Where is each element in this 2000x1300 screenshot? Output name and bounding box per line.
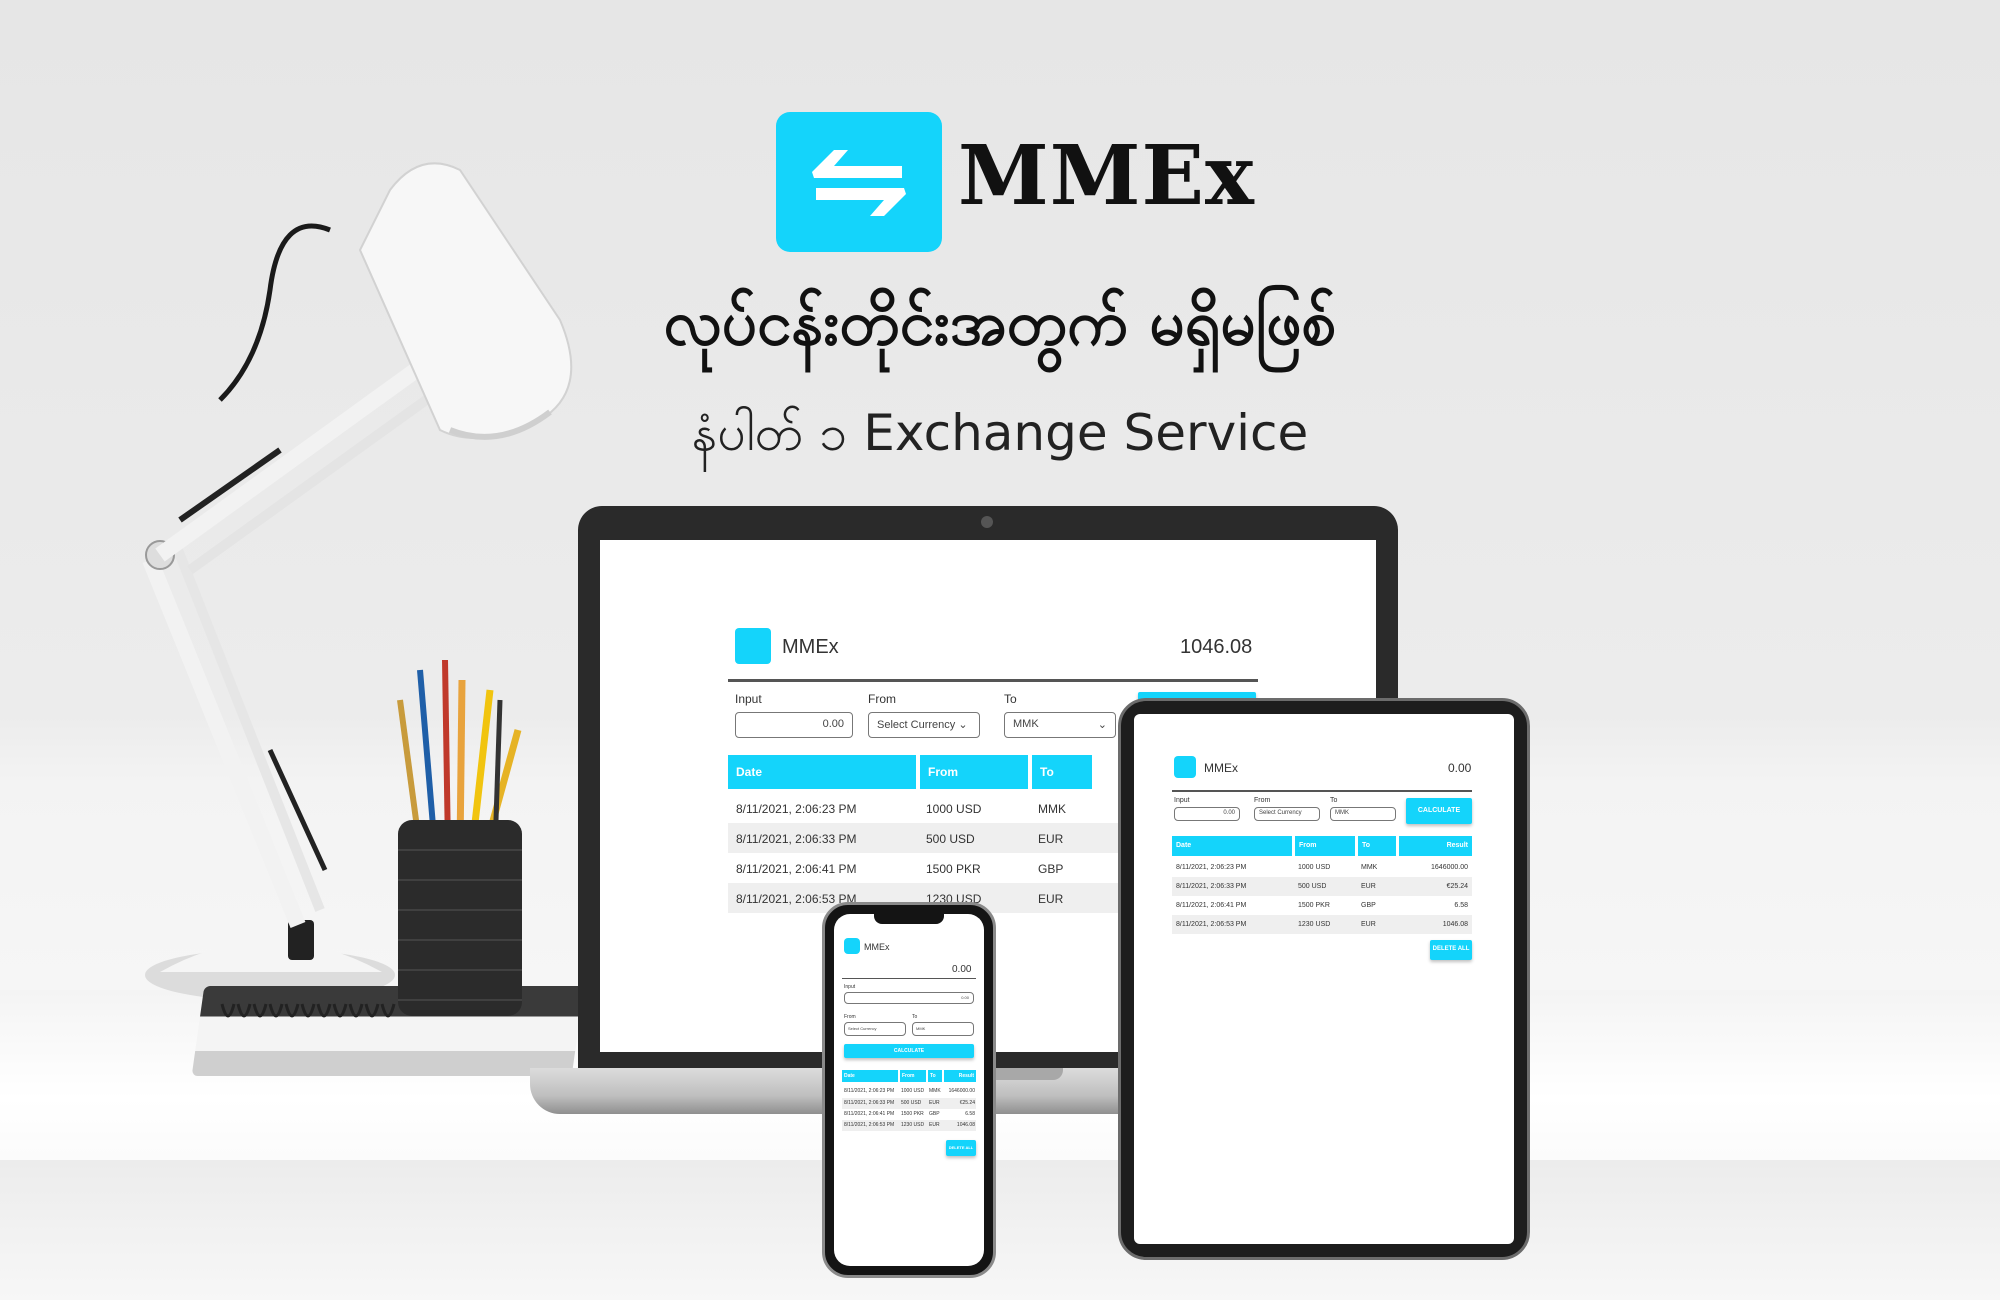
- from-currency-select[interactable]: Select Currency: [1254, 807, 1320, 821]
- exchange-arrows-icon: [776, 112, 942, 252]
- header-divider: [842, 978, 976, 979]
- notebook-rings-illustration: [220, 1003, 396, 1018]
- table-cell: MMK: [1361, 864, 1378, 871]
- to-label: To: [912, 1014, 918, 1020]
- table-cell: EUR: [929, 1100, 940, 1106]
- phone-screen: MMEx 0.00 Input 0.00 From Select Currenc…: [834, 914, 984, 1266]
- table-cell: 1000 USD: [901, 1088, 925, 1094]
- from-label: From: [1254, 797, 1271, 804]
- table-cell: 1646000.00: [948, 1088, 975, 1094]
- app-title: MMEx: [1204, 761, 1238, 775]
- amount-input[interactable]: 0.00: [844, 992, 974, 1004]
- to-currency-select[interactable]: MMK: [1330, 807, 1396, 821]
- pencil-cup-illustration: [397, 659, 522, 1016]
- phone-notch: [874, 914, 944, 924]
- tablet-screen: MMEx 0.00 Input 0.00 From Select Currenc…: [1134, 714, 1514, 1244]
- calculate-button[interactable]: CALCULATE: [1406, 798, 1472, 824]
- table-cell: 6.58: [1454, 902, 1468, 909]
- table-cell: 1230 USD: [1298, 921, 1331, 928]
- table-cell: 8/11/2021, 2:06:53 PM: [1176, 921, 1247, 928]
- table-cell: 500 USD: [1298, 883, 1327, 890]
- table-cell: MMK: [929, 1088, 941, 1094]
- desk-edge: [0, 1160, 2000, 1300]
- app-title: MMEx: [864, 942, 890, 952]
- table-cell: 8/11/2021, 2:06:33 PM: [1176, 883, 1247, 890]
- column-header-from: From: [920, 755, 1028, 789]
- column-header-from: From: [900, 1070, 926, 1082]
- table-cell: 8/11/2021, 2:06:23 PM: [844, 1088, 895, 1094]
- table-cell: 8/11/2021, 2:06:33 PM: [736, 832, 857, 846]
- column-header-date: Date: [1172, 836, 1292, 856]
- table-cell: 1500 PKR: [901, 1111, 924, 1117]
- column-header-to: To: [1358, 836, 1396, 856]
- result-value: 1046.08: [1180, 636, 1253, 658]
- table-cell: EUR: [929, 1122, 940, 1128]
- table-cell: 1500 PKR: [926, 862, 981, 876]
- laptop-camera: [981, 516, 993, 528]
- table-cell: GBP: [1361, 902, 1376, 909]
- table-cell: EUR: [1038, 832, 1064, 846]
- table-cell: GBP: [929, 1111, 940, 1117]
- table-cell: 500 USD: [926, 832, 975, 846]
- amount-input[interactable]: 0.00: [1174, 807, 1240, 821]
- table-cell: EUR: [1361, 921, 1376, 928]
- table-cell: €25.24: [1446, 883, 1468, 890]
- column-header-to: To: [928, 1070, 942, 1082]
- table-cell: 1000 USD: [926, 802, 982, 816]
- table-cell: 8/11/2021, 2:06:53 PM: [844, 1122, 895, 1128]
- to-label: To: [1004, 692, 1017, 706]
- from-label: From: [844, 1014, 856, 1020]
- calculate-button[interactable]: CALCULATE: [844, 1044, 974, 1058]
- column-header-result: Result: [1399, 836, 1472, 856]
- input-label: Input: [1174, 797, 1190, 804]
- to-currency-select[interactable]: MMK: [912, 1022, 974, 1036]
- table-cell: €25.24: [959, 1100, 975, 1106]
- header-divider: [1172, 790, 1472, 792]
- exchange-arrows-icon: [735, 628, 771, 664]
- table-cell: 8/11/2021, 2:06:23 PM: [1176, 864, 1247, 871]
- from-label: From: [868, 692, 896, 706]
- column-header-date: Date: [728, 755, 916, 789]
- table-cell: EUR: [1361, 883, 1376, 890]
- from-currency-select[interactable]: Select Currency ⌄: [868, 712, 980, 738]
- table-cell: 1000 USD: [1298, 864, 1331, 871]
- table-cell: 1046.08: [956, 1122, 975, 1128]
- table-cell: MMK: [1038, 802, 1066, 816]
- chevron-down-icon: ⌄: [958, 719, 968, 731]
- table-cell: 1230 USD: [901, 1122, 925, 1128]
- table-cell: 8/11/2021, 2:06:33 PM: [844, 1100, 895, 1106]
- app-title: MMEx: [782, 636, 839, 658]
- table-cell: 1500 PKR: [1298, 902, 1330, 909]
- exchange-arrows-icon: [844, 938, 860, 954]
- from-currency-select[interactable]: Select Currency: [844, 1022, 906, 1036]
- result-value: 0.00: [1448, 761, 1472, 775]
- header-divider: [728, 679, 1258, 682]
- table-cell: 8/11/2021, 2:06:41 PM: [844, 1111, 895, 1117]
- to-currency-select[interactable]: MMK ⌄: [1004, 712, 1116, 738]
- result-value: 0.00: [952, 964, 972, 975]
- amount-input[interactable]: 0.00: [735, 712, 853, 738]
- table-cell: EUR: [1038, 892, 1064, 906]
- input-label: Input: [735, 692, 762, 706]
- table-cell: 1646000.00: [1431, 864, 1468, 871]
- column-header-result: Result: [944, 1070, 976, 1082]
- to-label: To: [1330, 797, 1338, 804]
- table-cell: 500 USD: [901, 1100, 922, 1106]
- column-header-date: Date: [842, 1070, 898, 1082]
- table-cell: 8/11/2021, 2:06:23 PM: [736, 802, 857, 816]
- table-cell: 8/11/2021, 2:06:41 PM: [736, 862, 857, 876]
- delete-all-button[interactable]: DELETE ALL: [946, 1140, 976, 1156]
- table-cell: GBP: [1038, 862, 1064, 876]
- table-cell: 8/11/2021, 2:06:41 PM: [1176, 902, 1247, 909]
- input-label: Input: [844, 984, 856, 990]
- table-cell: 1046.08: [1442, 921, 1468, 928]
- column-header-from: From: [1295, 836, 1355, 856]
- table-cell: 6.58: [965, 1111, 975, 1117]
- brand-name: MMEx: [958, 128, 1255, 224]
- chevron-down-icon: ⌄: [1097, 719, 1107, 731]
- delete-all-button[interactable]: DELETE ALL: [1430, 940, 1472, 960]
- exchange-arrows-icon: [1174, 756, 1196, 778]
- column-header-to: To: [1032, 755, 1092, 789]
